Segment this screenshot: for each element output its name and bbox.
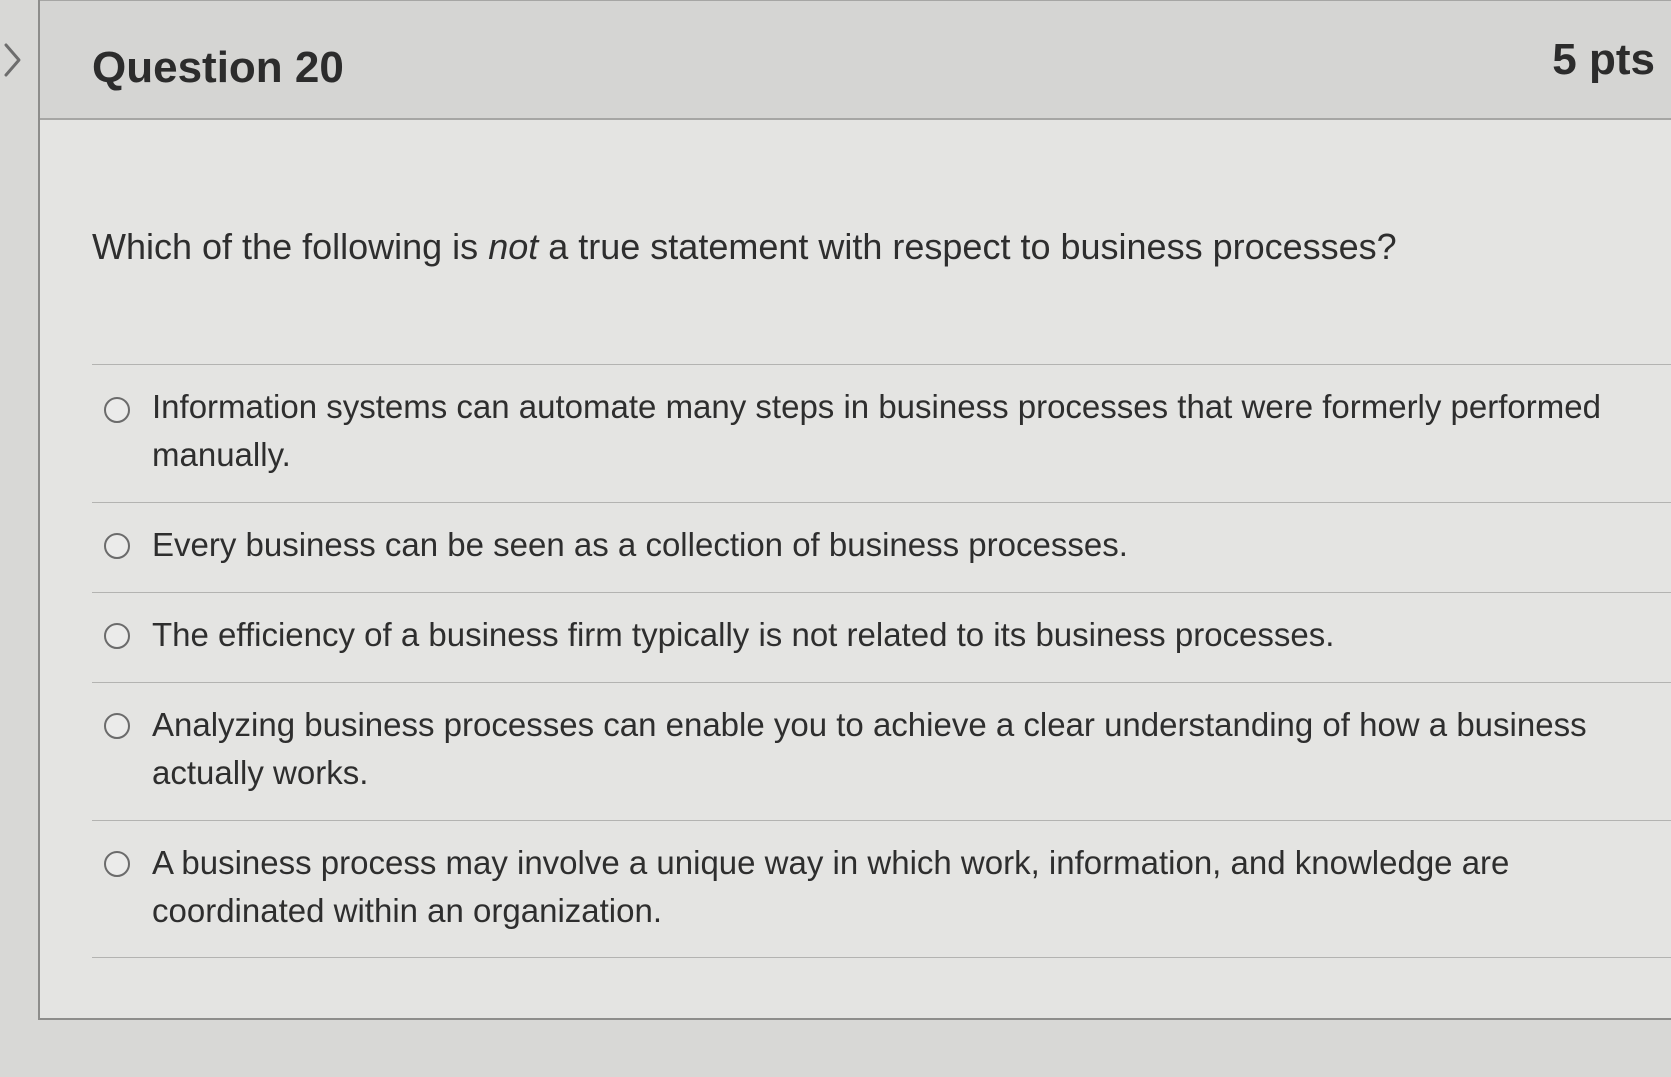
question-title: Question 20: [92, 43, 344, 92]
radio-button[interactable]: [104, 623, 130, 649]
question-points: 5 pts: [1552, 35, 1655, 84]
question-card: Question 20 5 pts Which of the following…: [38, 0, 1671, 1020]
radio-button[interactable]: [104, 533, 130, 559]
answer-label: Analyzing business processes can enable …: [152, 706, 1587, 791]
question-text-before: Which of the following is: [92, 226, 489, 267]
radio-button[interactable]: [104, 397, 130, 423]
answer-option[interactable]: The efficiency of a business firm typica…: [92, 592, 1671, 682]
answer-label: A business process may involve a unique …: [152, 844, 1510, 929]
answer-option[interactable]: Information systems can automate many st…: [92, 364, 1671, 502]
radio-button[interactable]: [104, 713, 130, 739]
answer-label: Information systems can automate many st…: [152, 388, 1601, 473]
answer-option[interactable]: A business process may involve a unique …: [92, 820, 1671, 958]
answer-label: The efficiency of a business firm typica…: [152, 616, 1335, 653]
answer-list: Information systems can automate many st…: [92, 364, 1671, 958]
answer-option[interactable]: Analyzing business processes can enable …: [92, 682, 1671, 820]
chevron-right-icon: [4, 43, 21, 77]
question-text: Which of the following is not a true sta…: [92, 226, 1397, 268]
question-text-emphasis: not: [488, 226, 539, 267]
answer-option[interactable]: Every business can be seen as a collecti…: [92, 502, 1671, 592]
question-text-after: a true statement with respect to busines…: [538, 226, 1397, 267]
sidebar-toggle-button[interactable]: [0, 40, 26, 80]
answer-label: Every business can be seen as a collecti…: [152, 526, 1128, 563]
radio-button[interactable]: [104, 851, 130, 877]
question-header: Question 20 5 pts: [40, 0, 1671, 120]
